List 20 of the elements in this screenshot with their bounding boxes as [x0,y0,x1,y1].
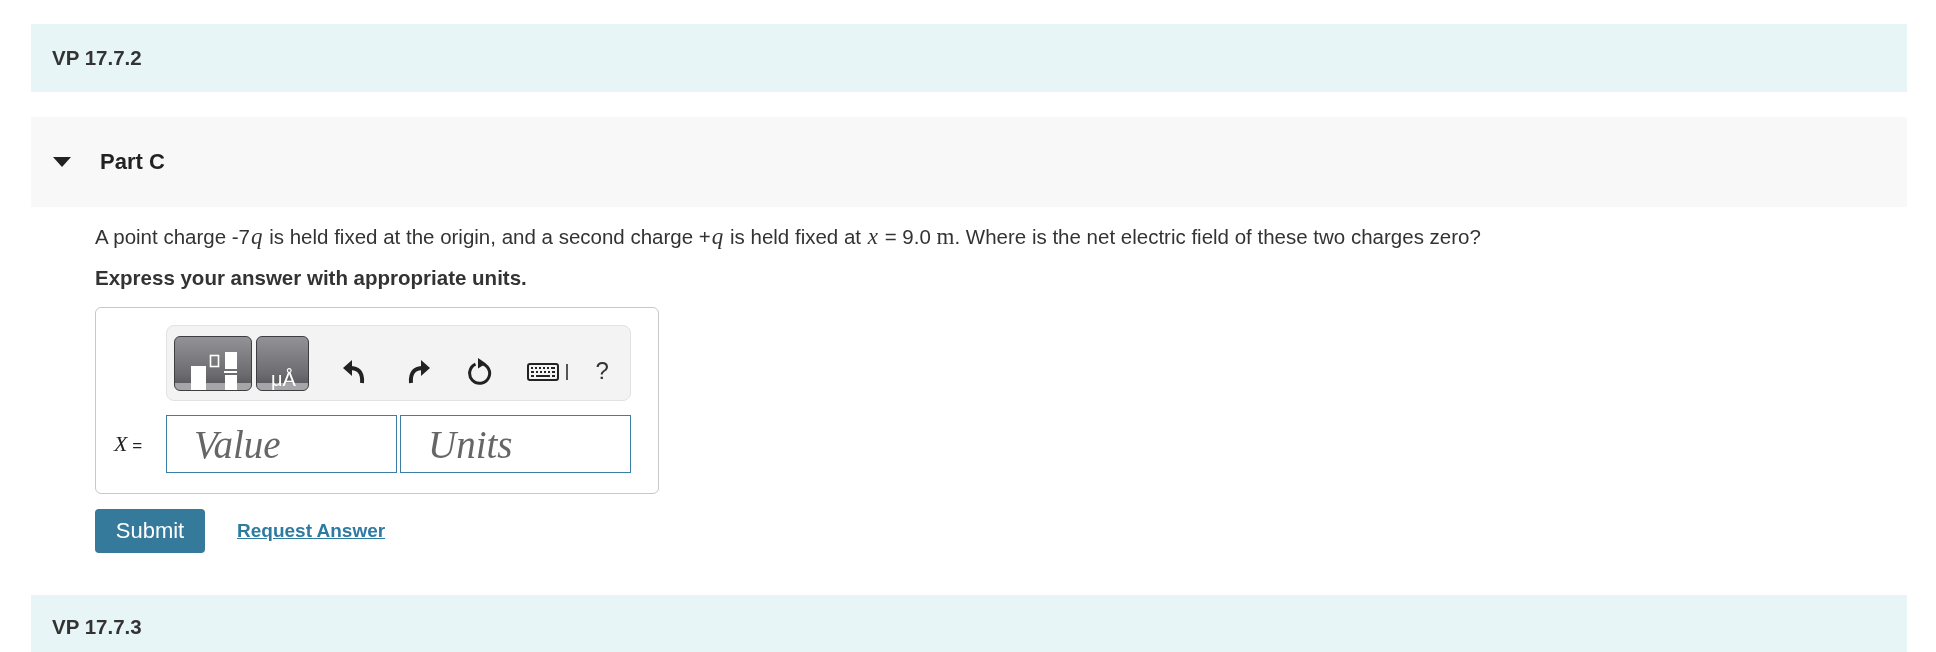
problem-title: VP 17.7.2 [52,46,142,70]
undo-icon[interactable] [343,360,365,384]
variable-label: X = [114,431,144,457]
submit-button[interactable]: Submit [95,509,205,553]
caret-down-icon[interactable] [53,157,71,167]
redo-icon[interactable] [408,360,430,384]
part-header[interactable]: Part C [31,117,1907,207]
units-field[interactable]: Units [400,415,631,473]
template-blocks-icon [190,351,237,390]
request-answer-link[interactable]: Request Answer [237,520,386,542]
reset-icon[interactable] [466,358,492,386]
help-button[interactable]: ? [593,358,611,384]
problem-title: VP 17.7.3 [52,615,142,639]
instruction-text: Express your answer with appropriate units. [95,266,527,290]
units-button[interactable]: μÅ [256,335,309,391]
keyboard-icon[interactable] [527,363,559,381]
question-text: A point charge -7q is held fixed at the origin, and a second charge +q is held fixed at x = 9.0 m. Where is the net electric field of these two charges zero? [95,225,1481,249]
part-title: Part C [100,149,165,175]
value-field[interactable]: Value [166,415,397,473]
templates-button[interactable] [174,335,252,391]
